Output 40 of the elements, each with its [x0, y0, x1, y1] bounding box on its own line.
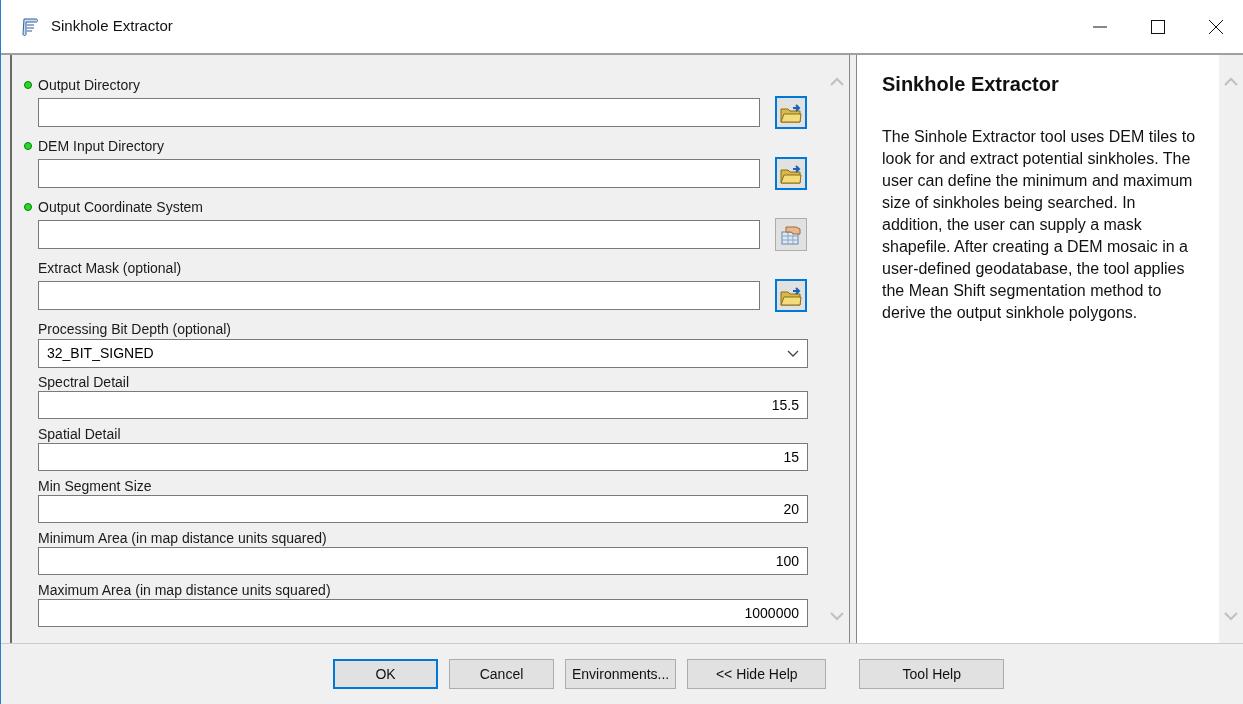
parameter-label: Processing Bit Depth (optional) [38, 319, 231, 339]
number-field[interactable]: 15 [38, 443, 808, 471]
parameter-label: Extract Mask (optional) [38, 258, 182, 278]
chevron-down-icon [787, 349, 799, 358]
number-field[interactable]: 100 [38, 547, 808, 575]
maximize-icon[interactable] [1151, 19, 1165, 34]
number-field[interactable]: 20 [38, 495, 808, 523]
number-field[interactable]: 15.5 [38, 391, 808, 419]
window-title: Sinkhole Extractor [51, 16, 173, 37]
parameter-label: Output Directory [38, 75, 140, 95]
browse-button[interactable] [775, 157, 807, 190]
dropdown-field[interactable]: 32_BIT_SIGNED [38, 339, 808, 368]
browse-button[interactable] [775, 279, 807, 312]
close-icon[interactable] [1209, 19, 1223, 34]
path-field[interactable] [38, 159, 760, 188]
dialog-button[interactable]: << Hide Help [687, 659, 827, 689]
path-field[interactable] [38, 281, 760, 310]
folder-icon [780, 163, 802, 184]
parameter-label: DEM Input Directory [38, 136, 165, 156]
folder-icon [780, 285, 802, 306]
parameter-label: Maximum Area (in map distance units squared) [38, 580, 331, 600]
browse-button[interactable] [775, 96, 807, 129]
script-icon [19, 15, 41, 38]
path-field[interactable] [38, 98, 760, 127]
dialog-button[interactable]: Tool Help [859, 659, 1005, 689]
parameter-label: Spectral Detail [38, 372, 130, 392]
dialog-button[interactable]: Cancel [449, 659, 554, 689]
dialog-button[interactable]: Environments... [565, 659, 677, 689]
parameter-label: Spatial Detail [38, 424, 121, 444]
help-text: The Sinhole Extractor tool uses DEM tiles to look for and extract potential sinkholes. The user can define the minimum and maximum size of sinkholes being searched. In addition, the user can supply a mask shapefile. After creating a DEM mosaic in a user-defined geodatabase, the tool applies the Mean Shift segmentation method to derive the output sinkhole polygons. [882, 127, 1197, 323]
hand-table-icon [780, 223, 802, 246]
help-title: Sinkhole Extractor [882, 72, 1060, 97]
parameter-label: Minimum Area (in map distance units squared) [38, 528, 327, 548]
number-field[interactable]: 1000000 [38, 599, 808, 627]
browse-button[interactable] [775, 218, 807, 251]
folder-icon [780, 102, 802, 123]
dialog-button[interactable]: OK [333, 659, 438, 689]
path-field[interactable] [38, 220, 760, 249]
parameter-label: Output Coordinate System [38, 197, 203, 217]
parameter-label: Min Segment Size [38, 476, 152, 496]
